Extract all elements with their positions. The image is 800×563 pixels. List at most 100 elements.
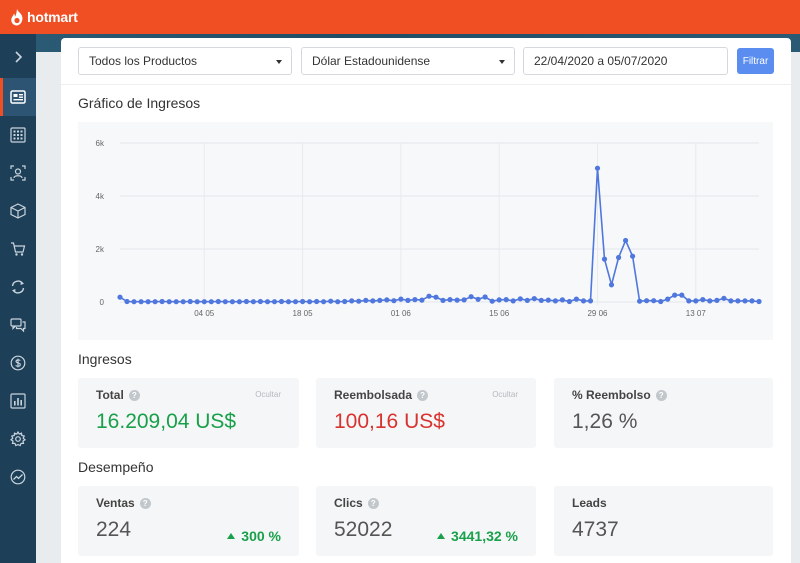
help-icon[interactable]: ? <box>417 389 429 401</box>
data-point <box>215 298 221 305</box>
sidebar-item-finance[interactable] <box>0 344 36 382</box>
data-point <box>243 298 249 305</box>
data-point <box>510 298 516 304</box>
box-icon <box>10 203 26 219</box>
data-point <box>250 299 256 305</box>
data-point <box>630 253 636 259</box>
data-point <box>714 297 720 303</box>
data-point <box>180 299 186 305</box>
desempeno-title: Desempeño <box>78 459 154 475</box>
data-point <box>679 292 685 298</box>
data-point <box>496 297 502 303</box>
sales-label-row: Ventas ? <box>96 496 151 510</box>
data-point <box>166 299 172 305</box>
grid-icon <box>10 127 26 143</box>
filter-button[interactable]: Filtrar <box>737 48 774 74</box>
data-point <box>587 298 594 304</box>
sidebar-item-dashboard[interactable] <box>0 78 36 116</box>
data-point <box>222 299 228 305</box>
date-range-input[interactable]: 22/04/2020 a 05/07/2020 <box>523 47 728 75</box>
brand-logo[interactable]: hotmart <box>10 8 78 26</box>
filter-bar: Todos los Productos Dólar Estadounidense… <box>78 47 778 75</box>
data-point <box>468 294 474 300</box>
data-point <box>138 299 144 305</box>
bar-chart-icon <box>10 393 26 409</box>
data-point <box>426 293 432 299</box>
y-tick-label: 6k <box>96 139 105 148</box>
data-point <box>335 299 341 305</box>
data-point <box>300 298 306 305</box>
help-icon[interactable]: ? <box>139 497 151 509</box>
data-point <box>531 296 537 302</box>
sidebar-item-sales[interactable] <box>0 230 36 268</box>
sidebar-item-products-grid[interactable] <box>0 116 36 154</box>
sidebar-item-messages[interactable] <box>0 306 36 344</box>
currency-select-value: Dólar Estadounidense <box>312 54 431 68</box>
data-point <box>700 297 706 303</box>
data-point <box>693 298 699 304</box>
sidebar-item-subscriptions[interactable] <box>0 268 36 306</box>
product-select[interactable]: Todos los Productos <box>78 47 292 75</box>
refund-rate-card: % Reembolso ? 1,26 % <box>554 378 773 448</box>
data-point <box>271 299 278 305</box>
data-point <box>292 299 299 305</box>
data-point <box>377 297 383 303</box>
leads-label: Leads <box>572 496 607 510</box>
data-point <box>173 299 179 305</box>
data-point <box>159 298 165 305</box>
data-point <box>644 298 650 304</box>
sidebar-item-affiliates[interactable] <box>0 154 36 192</box>
data-point <box>503 297 509 303</box>
top-bar: hotmart <box>0 0 800 34</box>
help-icon[interactable]: ? <box>128 389 140 401</box>
sidebar-item-settings[interactable] <box>0 420 36 458</box>
data-point <box>328 298 334 304</box>
sidebar <box>0 34 36 563</box>
sidebar-item-analytics[interactable] <box>0 458 36 496</box>
data-point <box>370 298 376 304</box>
data-point <box>405 297 411 303</box>
x-tick-label: 04 05 <box>194 309 215 318</box>
refund-rate-label-row: % Reembolso ? <box>572 388 667 402</box>
data-point <box>419 297 425 303</box>
data-point <box>756 298 762 305</box>
total-value: 16.209,04 US$ <box>96 410 237 433</box>
brand-name: hotmart <box>27 9 78 25</box>
help-icon[interactable]: ? <box>367 497 379 509</box>
data-point <box>559 297 565 303</box>
y-tick-label: 4k <box>96 192 105 201</box>
data-point <box>616 254 622 261</box>
cart-icon <box>11 242 26 256</box>
hide-refunded-link[interactable]: Ocultar <box>492 390 518 399</box>
data-point <box>440 297 446 303</box>
data-point <box>742 298 748 304</box>
clicks-label-row: Clics ? <box>334 496 379 510</box>
flame-icon <box>11 8 23 25</box>
sales-delta: 300 % <box>227 528 281 544</box>
help-icon[interactable]: ? <box>655 389 667 401</box>
data-point <box>384 297 390 303</box>
refunded-value: 100,16 US$ <box>334 410 445 433</box>
total-card: Total ? Ocultar 16.209,04 US$ <box>78 378 299 448</box>
data-point <box>117 294 123 300</box>
revenue-line <box>119 168 760 303</box>
hide-total-link[interactable]: Ocultar <box>255 390 281 399</box>
data-point <box>447 297 453 303</box>
clicks-delta: 3441,32 % <box>437 528 518 544</box>
refund-rate-value: 1,26 % <box>572 410 638 433</box>
data-point <box>721 295 727 301</box>
data-point <box>349 298 355 304</box>
sidebar-item-products[interactable] <box>0 192 36 230</box>
sidebar-item-reports[interactable] <box>0 382 36 420</box>
currency-select[interactable]: Dólar Estadounidense <box>301 47 515 75</box>
sales-value: 224 <box>96 518 132 541</box>
data-point <box>391 298 397 304</box>
main-panel: Todos los Productos Dólar Estadounidense… <box>61 38 791 563</box>
sidebar-expand[interactable] <box>0 38 36 76</box>
data-point <box>412 297 418 303</box>
data-point <box>517 296 523 302</box>
refunded-label-row: Reembolsada ? <box>334 388 429 402</box>
refunded-card: Reembolsada ? Ocultar 100,16 US$ <box>316 378 536 448</box>
chevron-down-icon <box>276 60 282 64</box>
data-point <box>398 296 404 302</box>
